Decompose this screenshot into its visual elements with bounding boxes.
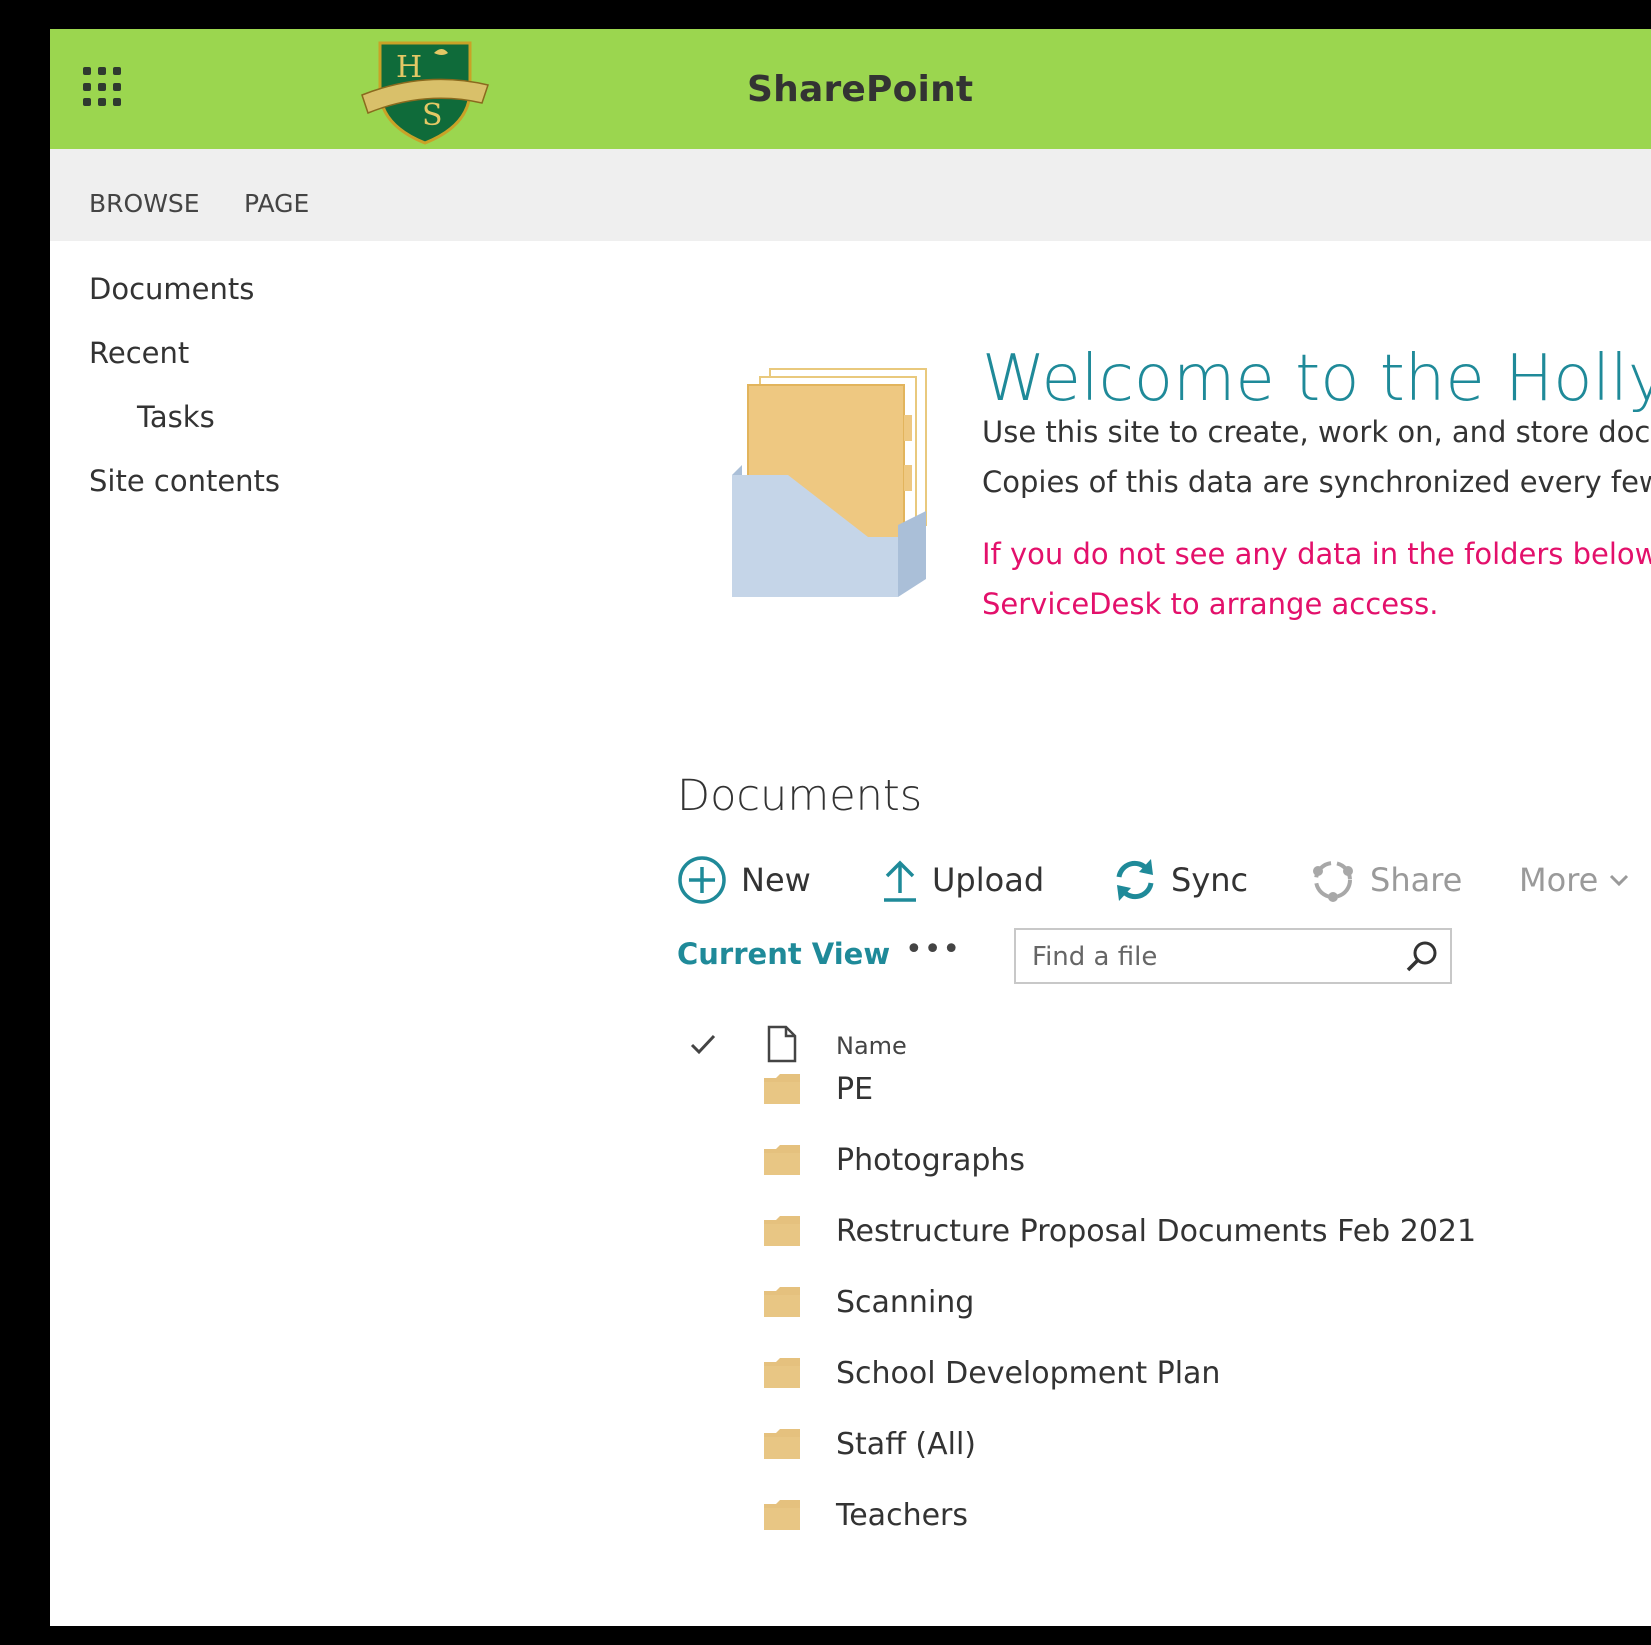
svg-text:S: S: [422, 98, 443, 133]
list-item[interactable]: Restructure Proposal Documents Feb 2021: [762, 1206, 1476, 1256]
share-icon: [1313, 861, 1353, 902]
nav-item-recent[interactable]: Recent: [89, 336, 189, 370]
sharepoint-window: H S SharePoint BROWSE PAGE Documents Rec…: [50, 29, 1651, 1626]
folder-icon: [764, 1429, 800, 1459]
list-item-name[interactable]: Staff (All): [836, 1427, 976, 1462]
share-button[interactable]: Share: [1310, 855, 1462, 905]
plus-circle-icon: [678, 856, 726, 904]
select-all-checkmark-icon[interactable]: [688, 1029, 718, 1059]
nav-item-tasks[interactable]: Tasks: [137, 400, 215, 434]
more-button-label: More: [1519, 861, 1599, 899]
sync-button-label: Sync: [1171, 861, 1249, 899]
suite-title[interactable]: SharePoint: [747, 69, 973, 110]
nav-item-documents[interactable]: Documents: [89, 272, 254, 306]
access-warning-line-1: If you do not see any data in the folder…: [982, 537, 1651, 571]
share-button-label: Share: [1370, 861, 1463, 899]
folder-icon: [764, 1145, 800, 1175]
upload-button-label: Upload: [932, 861, 1045, 899]
welcome-description-line-2: Copies of this data are synchronized eve…: [982, 465, 1651, 499]
folder-icon: [764, 1500, 800, 1530]
folder-icon: [764, 1287, 800, 1317]
access-warning-line-2: ServiceDesk to arrange access.: [982, 587, 1439, 621]
list-item-name[interactable]: PE: [836, 1072, 873, 1107]
ribbon-tab-page[interactable]: PAGE: [244, 189, 309, 218]
ribbon-tab-browse[interactable]: BROWSE: [89, 189, 200, 218]
sync-icon: [1116, 859, 1154, 901]
list-item[interactable]: PE: [762, 1064, 873, 1114]
chevron-down-icon: [1610, 874, 1629, 887]
new-button[interactable]: New: [677, 855, 811, 905]
svg-text:H: H: [396, 50, 422, 85]
list-item[interactable]: School Development Plan: [762, 1348, 1220, 1398]
nav-item-site-contents[interactable]: Site contents: [89, 464, 280, 498]
more-options-icon[interactable]: •••: [905, 932, 961, 967]
upload-button[interactable]: Upload: [882, 855, 1044, 905]
list-item-name[interactable]: School Development Plan: [836, 1356, 1220, 1391]
documents-title[interactable]: Documents: [677, 771, 922, 821]
list-item[interactable]: Photographs: [762, 1135, 1025, 1185]
list-item-name[interactable]: Teachers: [836, 1498, 968, 1533]
welcome-title: Welcome to the Holly: [982, 342, 1651, 416]
find-a-file-box: [1014, 928, 1452, 984]
app-launcher-icon[interactable]: [83, 67, 123, 107]
more-button[interactable]: More: [1505, 855, 1630, 905]
column-header-name[interactable]: Name: [836, 1032, 907, 1060]
current-view-link[interactable]: Current View: [677, 937, 890, 971]
folder-icon: [764, 1216, 800, 1246]
list-item-name[interactable]: Scanning: [836, 1285, 974, 1320]
list-item[interactable]: Staff (All): [762, 1419, 976, 1469]
sync-button[interactable]: Sync: [1113, 855, 1248, 905]
list-item-name[interactable]: Photographs: [836, 1143, 1025, 1178]
welcome-description-line-1: Use this site to create, work on, and st…: [982, 415, 1651, 449]
list-item[interactable]: Scanning: [762, 1277, 974, 1327]
suite-bar: H S SharePoint: [50, 29, 1651, 149]
file-type-icon: [767, 1025, 797, 1063]
list-item[interactable]: Teachers: [762, 1490, 968, 1540]
search-icon[interactable]: [1404, 939, 1440, 975]
folder-icon: [764, 1358, 800, 1388]
new-button-label: New: [741, 861, 811, 899]
folder-icon: [764, 1074, 800, 1104]
document-library-illustration: [732, 368, 927, 597]
find-a-file-input[interactable]: [1030, 938, 1394, 976]
school-crest-logo[interactable]: H S: [360, 35, 490, 147]
list-item-name[interactable]: Restructure Proposal Documents Feb 2021: [836, 1214, 1476, 1249]
upload-arrow-icon: [884, 860, 916, 902]
